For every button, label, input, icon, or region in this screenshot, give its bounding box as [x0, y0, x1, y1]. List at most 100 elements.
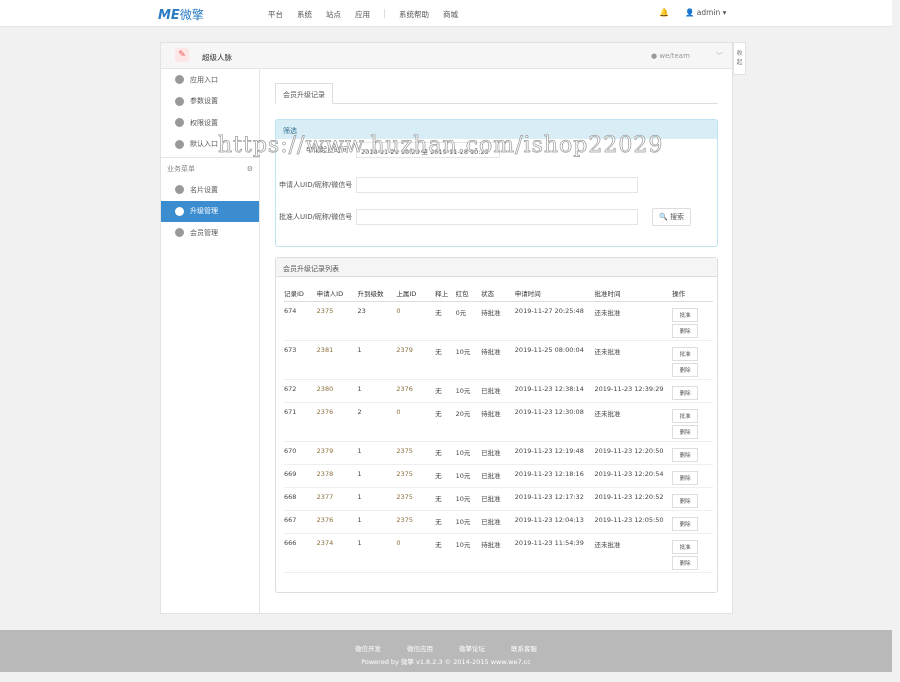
sidebar-item-params[interactable]: 参数设置 [161, 91, 259, 113]
approve-button[interactable]: 批准 [672, 307, 699, 322]
table-cell: 10元 [455, 487, 482, 511]
nav-system[interactable]: 系统 [297, 9, 312, 20]
table-cell: 667 [284, 510, 317, 534]
user-icon: 👤 [685, 8, 695, 17]
date-range-input[interactable]: 2018-11-21 10:23 至 2019-11-28 10:23 [356, 142, 500, 158]
nav-apps[interactable]: 应用 [355, 9, 370, 20]
table-cell: 671 [284, 402, 317, 442]
wechat-icon: ● [651, 52, 658, 60]
sidebar-item-app-entry[interactable]: 应用入口 [161, 69, 259, 91]
actions-cell: 批准 删除 [672, 340, 713, 380]
records-panel: 会员升级记录列表 记录ID 申请人ID 升到级数 上属ID 释上 红包 状态 申请时间 批准时间… [275, 257, 718, 593]
table-cell: 673 [284, 340, 317, 380]
table-cell: 2375 [396, 441, 436, 465]
table-cell: 无 [435, 340, 456, 380]
main-nav: 平台 系统 站点 应用 系统帮助 商城 [268, 9, 458, 20]
sidebar-item-card[interactable]: 名片设置 [161, 179, 259, 201]
table-cell: 10元 [455, 464, 482, 488]
table-cell: 2019-11-23 12:39:29 [594, 379, 673, 403]
table-cell: 666 [284, 533, 317, 573]
table-cell: 10元 [455, 441, 482, 465]
gear-icon [175, 228, 184, 238]
footer-link[interactable]: 微信应用 [407, 643, 433, 653]
table-cell: 2379 [396, 340, 436, 380]
footer-link[interactable]: 联系客服 [511, 643, 537, 653]
column-header: 上属ID [396, 286, 436, 302]
applicant-input[interactable] [356, 177, 638, 193]
table-cell: 2381 [316, 340, 358, 380]
chat-icon [175, 75, 184, 85]
footer: 微信开发 微信应用 微擎论坛 联系客服 Powered by 微擎 v1.8.2… [0, 630, 892, 672]
content: 会员升级记录 筛选 申请起止时间 2018-11-21 10:23 至 2019-… [275, 83, 718, 593]
table-cell: 已批准 [481, 379, 515, 403]
delete-button[interactable]: 删除 [672, 493, 699, 508]
approve-button[interactable]: 批准 [672, 539, 699, 554]
table-cell: 10元 [455, 379, 482, 403]
table-row: 674 2375 23 0 无 0元 待批准 2019-11-27 20:25:48 还未批准批… [284, 301, 713, 341]
delete-button[interactable]: 删除 [672, 385, 699, 400]
table-cell: 2019-11-25 08:00:04 [514, 340, 595, 380]
tab-upgrade-records[interactable]: 会员升级记录 [275, 83, 333, 104]
footer-link[interactable]: 微信开发 [355, 643, 381, 653]
bell-icon[interactable]: 🔔 [659, 8, 669, 17]
table-cell: 0 [396, 301, 436, 341]
column-header: 升到级数 [357, 286, 397, 302]
delete-button[interactable]: 删除 [672, 555, 699, 570]
table-cell: 2019-11-23 12:30:08 [514, 402, 595, 442]
delete-button[interactable]: 删除 [672, 470, 699, 485]
actions-cell: 删除 [672, 441, 713, 465]
actions-cell: 批准 删除 [672, 533, 713, 573]
table-cell: 2374 [316, 533, 358, 573]
sidebar-item-permissions[interactable]: 权限设置 [161, 112, 259, 134]
search-panel: 筛选 申请起止时间 2018-11-21 10:23 至 2019-11-28 1… [275, 119, 718, 247]
table-cell: 还未批准 [594, 301, 673, 341]
table-cell: 已批准 [481, 464, 515, 488]
table-row: 670 2379 1 2375 无 10元 已批准 2019-11-23 12:19:48 20… [284, 441, 713, 465]
logo[interactable]: ME微擎 [158, 6, 204, 23]
table-cell: 还未批准 [594, 402, 673, 442]
table-cell: 670 [284, 441, 317, 465]
table-cell: 20元 [455, 402, 482, 442]
table-cell: 还未批准 [594, 340, 673, 380]
column-header: 申请人ID [316, 286, 358, 302]
approver-input[interactable] [356, 209, 638, 225]
delete-button[interactable]: 删除 [672, 323, 699, 338]
table-cell: 无 [435, 464, 456, 488]
sidebar-item-default-entry[interactable]: 默认入口 [161, 134, 259, 156]
footer-link[interactable]: 微擎论坛 [459, 643, 485, 653]
chevron-down-icon[interactable]: ﹀ [716, 51, 723, 61]
nav-site[interactable]: 站点 [326, 9, 341, 20]
nav-help[interactable]: 系统帮助 [399, 9, 429, 20]
table-cell: 无 [435, 301, 456, 341]
table-row: 671 2376 2 0 无 20元 待批准 2019-11-23 12:30:08 还未批准批… [284, 402, 713, 442]
delete-button[interactable]: 删除 [672, 516, 699, 531]
table-cell: 674 [284, 301, 317, 341]
collapse-tab[interactable]: 收起 [733, 42, 746, 75]
nav-platform[interactable]: 平台 [268, 9, 283, 20]
table-cell: 2019-11-27 20:25:48 [514, 301, 595, 341]
approve-button[interactable]: 批准 [672, 408, 699, 423]
delete-button[interactable]: 删除 [672, 424, 699, 439]
table-row: 673 2381 1 2379 无 10元 待批准 2019-11-25 08:00:04 还未… [284, 340, 713, 380]
table-cell: 2019-11-23 11:54:39 [514, 533, 595, 573]
approve-button[interactable]: 批准 [672, 346, 699, 361]
sidebar-item-members[interactable]: 会员管理 [161, 222, 259, 244]
gear-icon[interactable]: ⚙ [247, 165, 253, 173]
user-menu[interactable]: 👤 admin ▾ [685, 8, 726, 17]
table-cell: 23 [357, 301, 397, 341]
account-switcher[interactable]: ● we/team [651, 52, 690, 60]
search-button[interactable]: 🔍 搜索 [652, 208, 691, 226]
nav-store[interactable]: 商城 [443, 9, 458, 20]
delete-button[interactable]: 删除 [672, 447, 699, 462]
tabs: 会员升级记录 [275, 83, 718, 104]
table-cell: 还未批准 [594, 533, 673, 573]
table-cell: 待批准 [481, 402, 515, 442]
delete-button[interactable]: 删除 [672, 362, 699, 377]
table-row: 672 2380 1 2376 无 10元 已批准 2019-11-23 12:38:14 20… [284, 379, 713, 403]
column-header: 状态 [481, 286, 515, 302]
table-cell: 1 [357, 441, 397, 465]
sidebar-item-upgrade[interactable]: 升级管理 [161, 200, 259, 222]
column-header: 操作 [672, 286, 713, 302]
table-cell: 待批准 [481, 301, 515, 341]
table-cell: 0 [396, 533, 436, 573]
